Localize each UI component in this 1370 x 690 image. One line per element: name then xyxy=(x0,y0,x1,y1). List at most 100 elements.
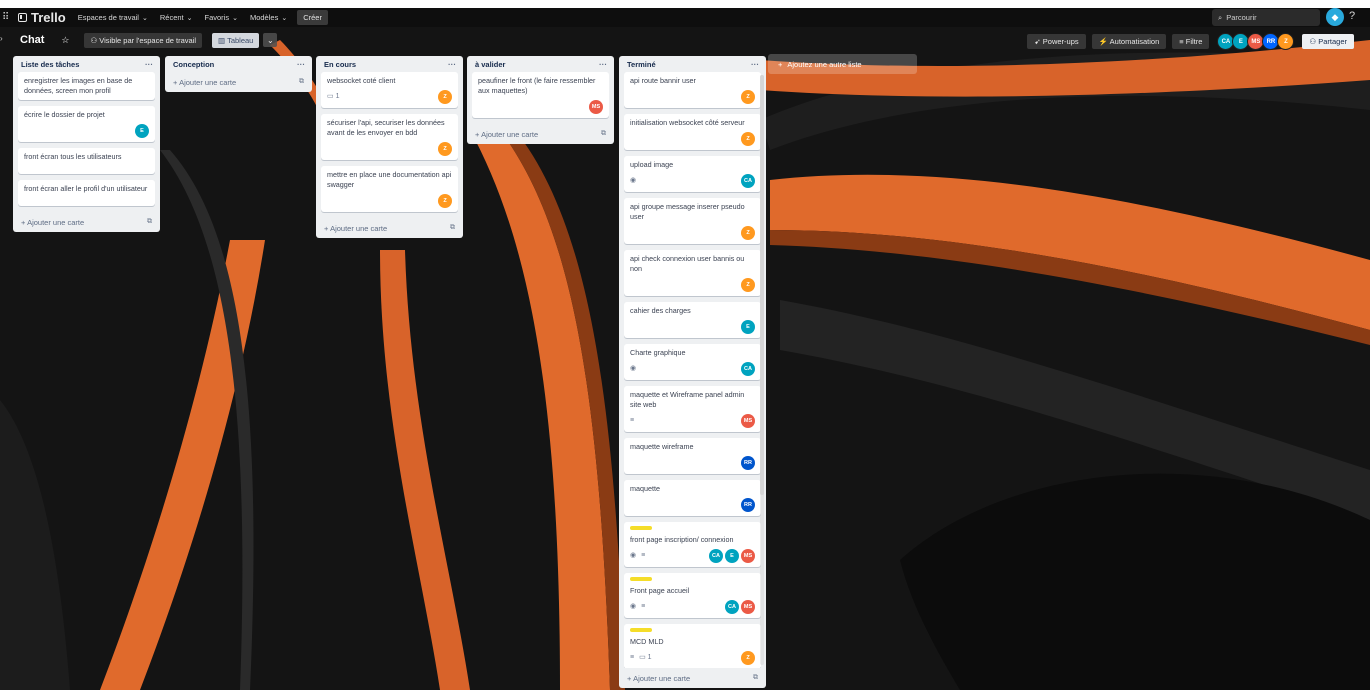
more-icon[interactable]: ··· xyxy=(599,60,609,69)
card[interactable]: front page inscription/ connexion ◉ ≡ CA E MS xyxy=(624,522,761,567)
card[interactable]: mettre en place une documentation api sw… xyxy=(321,166,458,212)
list-header[interactable]: Conception ··· xyxy=(170,56,307,72)
card[interactable]: api groupe message inserer pseudo user Z xyxy=(624,198,761,244)
list-header[interactable]: à valider ··· xyxy=(472,56,609,72)
card[interactable]: maquette RR xyxy=(624,480,761,516)
card[interactable]: websocket coté client ▭ 1 Z xyxy=(321,72,458,108)
nav-templates[interactable]: Modèles ⌄ xyxy=(250,13,287,22)
nav-templates-label: Modèles xyxy=(249,13,279,22)
card[interactable]: api route bannir user Z xyxy=(624,72,761,108)
card-template-icon[interactable]: ⧉ xyxy=(299,78,307,86)
member-avatar[interactable]: CA xyxy=(725,600,739,614)
add-card-button[interactable]: + Ajouter une carte ⧉ xyxy=(624,668,761,688)
member-avatar[interactable]: Z xyxy=(741,90,755,104)
member-avatar[interactable]: MS xyxy=(589,100,603,114)
add-list-button[interactable]: + Ajoutez une autre liste xyxy=(768,54,917,74)
list-scrollbar-thumb[interactable] xyxy=(760,75,764,495)
add-card-button[interactable]: + Ajouter une carte ⧉ xyxy=(170,72,307,92)
list-header[interactable]: Liste des tâches ··· xyxy=(18,56,155,72)
search-input[interactable]: ⌕ Parcourir xyxy=(1212,9,1320,26)
add-card-button[interactable]: + Ajouter une carte ⧉ xyxy=(321,218,458,238)
list-header[interactable]: Terminé ··· xyxy=(624,56,761,72)
card[interactable]: MCD MLD ≡ ▭ 1 Z xyxy=(624,624,761,668)
filter-button[interactable]: ≡ Filtre xyxy=(1172,34,1210,49)
list-scrollbar[interactable] xyxy=(760,75,764,665)
card-label[interactable] xyxy=(630,526,652,530)
list-title[interactable]: Terminé xyxy=(627,60,656,69)
chevron-down-icon[interactable]: ⌄ xyxy=(263,33,278,47)
card[interactable]: api check connexion user bannis ou non Z xyxy=(624,250,761,296)
member-avatar[interactable]: Z xyxy=(438,142,452,156)
nav-favorites[interactable]: Favoris ⌄ xyxy=(205,13,238,22)
member-avatar[interactable]: E xyxy=(725,549,739,563)
add-card-button[interactable]: + Ajouter une carte ⧉ xyxy=(472,124,609,144)
card-template-icon[interactable]: ⧉ xyxy=(753,674,761,682)
member-avatar[interactable]: CA xyxy=(741,174,755,188)
member-avatar[interactable]: MS xyxy=(741,414,755,428)
card[interactable]: écrire le dossier de projet E xyxy=(18,106,155,142)
card[interactable]: enregistrer les images en base de donnée… xyxy=(18,72,155,100)
list-header[interactable]: En cours ··· xyxy=(321,56,458,72)
card[interactable]: peaufiner le front (le faire ressembler … xyxy=(472,72,609,118)
member-avatar[interactable]: MS xyxy=(741,549,755,563)
card-footer: RR xyxy=(630,456,755,470)
more-icon[interactable]: ··· xyxy=(448,60,458,69)
member-avatar[interactable]: Z xyxy=(741,651,755,665)
list-title[interactable]: Liste des tâches xyxy=(21,60,79,69)
card[interactable]: Front page accueil ◉ ≡ CA MS xyxy=(624,573,761,618)
member-avatar[interactable]: RR xyxy=(741,498,755,512)
card[interactable]: front écran tous les utilisateurs xyxy=(18,148,155,174)
board-title[interactable]: Chat xyxy=(20,34,44,46)
member-avatar[interactable]: Z xyxy=(741,226,755,240)
powerups-button[interactable]: ➹ Power-ups xyxy=(1027,34,1086,49)
card-template-icon[interactable]: ⧉ xyxy=(147,218,155,226)
create-button[interactable]: Créer xyxy=(297,10,328,25)
app-switcher-icon[interactable]: ⠿ xyxy=(2,12,12,23)
view-board-button[interactable]: ▥ Tableau xyxy=(212,32,260,48)
card[interactable]: Charte graphique ◉ CA xyxy=(624,344,761,380)
more-icon[interactable]: ··· xyxy=(297,60,307,69)
member-avatar[interactable]: Z xyxy=(438,194,452,208)
member-avatar[interactable]: RR xyxy=(741,456,755,470)
nav-workspaces[interactable]: Espaces de travail ⌄ xyxy=(78,13,148,22)
card-footer: ≡ ▭ 1 Z xyxy=(630,651,755,665)
nav-recent[interactable]: Récent ⌄ xyxy=(160,13,193,22)
more-icon[interactable]: ··· xyxy=(145,60,155,69)
card-template-icon[interactable]: ⧉ xyxy=(450,224,458,232)
card-template-icon[interactable]: ⧉ xyxy=(601,130,609,138)
trello-logo[interactable]: Trello xyxy=(18,10,66,25)
member-avatar[interactable]: Z xyxy=(1277,33,1295,50)
card[interactable]: initialisation websocket côté serveur Z xyxy=(624,114,761,150)
card-title: api groupe message inserer pseudo user xyxy=(630,202,745,221)
card[interactable]: front écran aller le profil d'un utilisa… xyxy=(18,180,155,206)
card[interactable]: maquette et Wireframe panel admin site w… xyxy=(624,386,761,432)
member-avatar[interactable]: Z xyxy=(741,278,755,292)
card[interactable]: cahier des charges E xyxy=(624,302,761,338)
card-label[interactable] xyxy=(630,577,652,581)
member-avatar[interactable]: MS xyxy=(741,600,755,614)
list-title[interactable]: Conception xyxy=(173,60,214,69)
add-card-button[interactable]: + Ajouter une carte ⧉ xyxy=(18,212,155,232)
star-icon[interactable]: ☆ xyxy=(58,33,72,47)
member-avatar[interactable]: CA xyxy=(709,549,723,563)
member-avatar[interactable]: Z xyxy=(438,90,452,104)
notifications-icon[interactable]: ◆ xyxy=(1326,8,1344,26)
card[interactable]: upload image ◉ CA xyxy=(624,156,761,192)
card-label[interactable] xyxy=(630,628,652,632)
add-card-label: + Ajouter une carte xyxy=(475,130,538,139)
more-icon[interactable]: ··· xyxy=(751,60,761,69)
visibility-button[interactable]: ⚇ Visible par l'espace de travail xyxy=(84,32,203,48)
member-avatar[interactable]: E xyxy=(741,320,755,334)
automation-button[interactable]: ⚡ Automatisation xyxy=(1091,34,1167,49)
list-title[interactable]: à valider xyxy=(475,60,505,69)
member-avatar[interactable]: E xyxy=(135,124,149,138)
card[interactable]: maquette wireframe RR xyxy=(624,438,761,474)
card-title: front écran aller le profil d'un utilisa… xyxy=(24,184,148,193)
card[interactable]: sécuriser l'api, securiser les données a… xyxy=(321,114,458,160)
list-title[interactable]: En cours xyxy=(324,60,356,69)
help-icon[interactable]: ? xyxy=(1349,10,1355,22)
watch-icon: ◉ xyxy=(630,552,637,559)
member-avatar[interactable]: Z xyxy=(741,132,755,146)
member-avatar[interactable]: CA xyxy=(741,362,755,376)
share-button[interactable]: ⚇ Partager xyxy=(1302,34,1354,49)
